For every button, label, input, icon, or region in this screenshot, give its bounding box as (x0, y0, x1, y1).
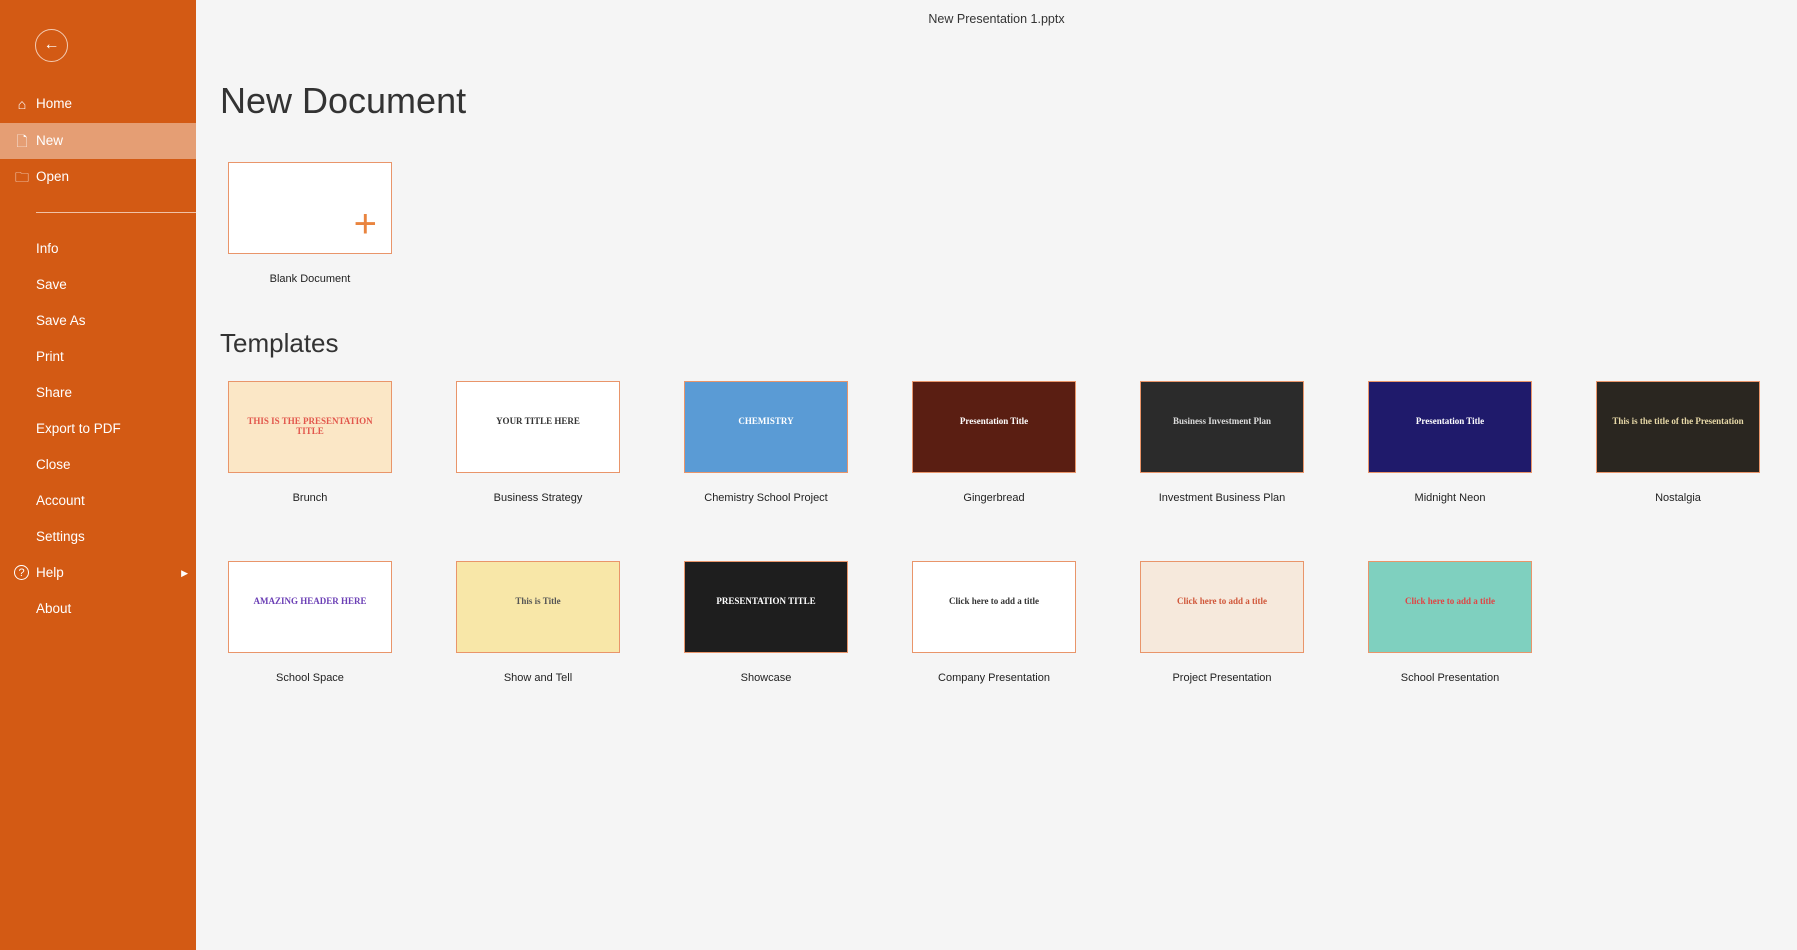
template-label: Business Strategy (493, 492, 583, 504)
sidebar: ← ⌂ Home 🗋 New 🗀 Open Info Save Save As Print Shar… (0, 0, 196, 950)
sidebar-item-label: Open (36, 169, 70, 184)
sidebar-item-close[interactable]: Close (0, 447, 196, 483)
thumbnail-title: PRESENTATION TITLE (716, 596, 816, 606)
folder-icon: 🗀 (15, 169, 29, 185)
template-card[interactable]: Business Investment Plan Investment Busin… (1140, 381, 1304, 504)
template-thumbnail: AMAZING HEADER HERE (228, 561, 392, 653)
sidebar-item-export-to-pdf[interactable]: Export to PDF (0, 411, 196, 447)
thumbnail-title: Click here to add a title (948, 596, 1040, 606)
template-label: School Presentation (1400, 672, 1500, 684)
template-card[interactable]: PRESENTATION TITLE Showcase (684, 561, 848, 684)
sidebar-item-label: Account (36, 493, 85, 508)
template-label: Gingerbread (963, 492, 1025, 504)
home-icon: ⌂ (17, 96, 27, 112)
template-label: Chemistry School Project (704, 492, 828, 504)
sidebar-item-label: Export to PDF (36, 421, 121, 436)
template-label: Brunch (292, 492, 328, 504)
template-card[interactable]: Click here to add a title Project Present… (1140, 561, 1304, 684)
sidebar-item-print[interactable]: Print (0, 339, 196, 375)
template-label: Project Presentation (1172, 672, 1272, 684)
sidebar-item-settings[interactable]: Settings (0, 519, 196, 555)
thumbnail-title: Click here to add a title (1404, 596, 1496, 606)
sidebar-item-home[interactable]: ⌂ Home (0, 86, 196, 122)
thumbnail-title: Business Investment Plan (1172, 416, 1271, 426)
thumbnail-title: CHEMISTRY (738, 416, 794, 426)
template-card[interactable]: Click here to add a title Company Present… (912, 561, 1076, 684)
sidebar-item-label: Close (36, 457, 71, 472)
document-icon: 🗋 (16, 133, 28, 149)
window-title: New Presentation 1.pptx (928, 12, 1065, 26)
template-card[interactable]: This is Title Show and Tell (456, 561, 620, 684)
template-card[interactable]: Presentation Title Gingerbread (912, 381, 1076, 504)
template-thumbnail: Presentation Title (1368, 381, 1532, 473)
sidebar-item-save-as[interactable]: Save As (0, 303, 196, 339)
template-thumbnail: Click here to add a title (912, 561, 1076, 653)
template-card[interactable]: This is the title of the Presentation Nos… (1596, 381, 1760, 504)
template-card[interactable]: CHEMISTRY Chemistry School Project (684, 381, 848, 504)
template-label: Company Presentation (938, 672, 1050, 684)
template-thumbnail: This is the title of the Presentation (1596, 381, 1760, 473)
back-button[interactable]: ← (35, 29, 68, 62)
blank-document-label: Blank Document (269, 273, 351, 285)
template-thumbnail: Business Investment Plan (1140, 381, 1304, 473)
thumbnail-title: Presentation Title (959, 416, 1029, 426)
template-thumbnail: This is Title (456, 561, 620, 653)
template-card[interactable]: AMAZING HEADER HERE School Space (228, 561, 392, 684)
template-card[interactable]: THIS IS THE PRESENTATION TITLE Brunch (228, 381, 392, 504)
template-label: Nostalgia (1655, 492, 1701, 504)
sidebar-item-label: Settings (36, 529, 85, 544)
template-label: Showcase (740, 672, 792, 684)
sidebar-item-new[interactable]: 🗋 New (0, 123, 196, 159)
sidebar-item-account[interactable]: Account (0, 483, 196, 519)
template-thumbnail: Click here to add a title (1368, 561, 1532, 653)
thumbnail-title: Presentation Title (1415, 416, 1485, 426)
sidebar-divider (36, 212, 196, 213)
template-thumbnail: Click here to add a title (1140, 561, 1304, 653)
sidebar-item-share[interactable]: Share (0, 375, 196, 411)
template-thumbnail: THIS IS THE PRESENTATION TITLE (228, 381, 392, 473)
sidebar-item-label: Home (36, 96, 73, 111)
sidebar-item-info[interactable]: Info (0, 231, 196, 267)
sidebar-item-save[interactable]: Save (0, 267, 196, 303)
arrow-left-icon: ← (43, 36, 60, 53)
template-card[interactable]: Presentation Title Midnight Neon (1368, 381, 1532, 504)
sidebar-item-label: New (36, 133, 64, 148)
chevron-right-icon: ▶ (181, 568, 188, 578)
template-thumbnail: CHEMISTRY (684, 381, 848, 473)
thumbnail-title: This is the title of the Presentation (1612, 416, 1744, 426)
template-label: Midnight Neon (1414, 492, 1486, 504)
thumbnail-title: THIS IS THE PRESENTATION TITLE (247, 416, 373, 436)
sidebar-item-label: Save (36, 277, 67, 292)
page-title: New Document (220, 80, 467, 121)
sidebar-item-label: About (36, 601, 72, 616)
blank-document-thumbnail: + (228, 162, 392, 254)
template-card[interactable]: Click here to add a title School Presenta… (1368, 561, 1532, 684)
sidebar-item-open[interactable]: 🗀 Open (0, 159, 196, 195)
sidebar-item-label: Save As (36, 313, 86, 328)
sidebar-item-label: Help (36, 565, 64, 580)
thumbnail-title: AMAZING HEADER HERE (253, 596, 367, 606)
template-label: Investment Business Plan (1158, 492, 1286, 504)
template-label: Show and Tell (503, 672, 573, 684)
template-label: School Space (276, 672, 344, 684)
template-thumbnail: Presentation Title (912, 381, 1076, 473)
sidebar-item-label: Info (36, 241, 59, 256)
thumbnail-title: Click here to add a title (1176, 596, 1268, 606)
sidebar-item-label: Share (36, 385, 73, 400)
template-thumbnail: YOUR TITLE HERE (456, 381, 620, 473)
template-thumbnail: PRESENTATION TITLE (684, 561, 848, 653)
template-card[interactable]: YOUR TITLE HERE Business Strategy (456, 381, 620, 504)
plus-icon: + (353, 202, 377, 246)
thumbnail-title: YOUR TITLE HERE (496, 416, 580, 426)
sidebar-item-help[interactable]: ? Help ▶ (0, 555, 196, 591)
help-icon: ? (14, 565, 29, 580)
sidebar-item-label: Print (36, 349, 64, 364)
blank-document-card[interactable]: + Blank Document (228, 162, 392, 285)
templates-heading: Templates (220, 328, 339, 358)
sidebar-item-about[interactable]: About (0, 591, 196, 627)
thumbnail-title: This is Title (515, 596, 561, 606)
